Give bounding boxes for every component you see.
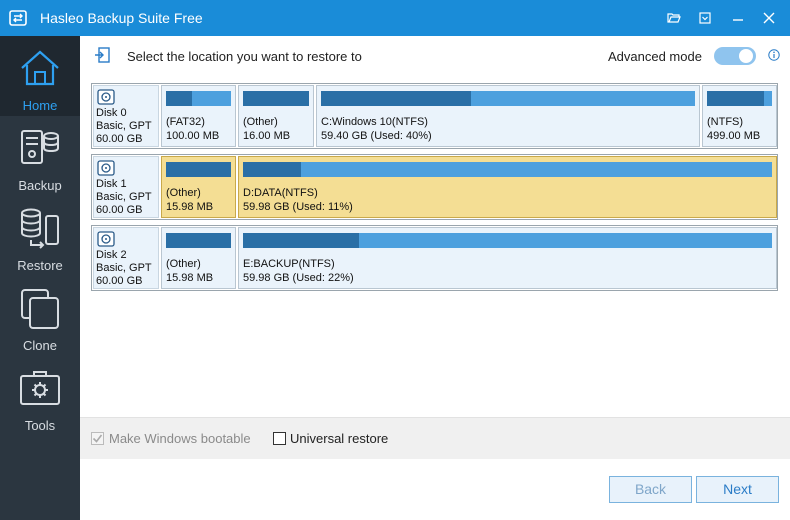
make-bootable-label: Make Windows bootable [109, 431, 251, 446]
usage-bar [166, 233, 231, 248]
partition[interactable]: (Other) 15.98 MB [161, 227, 236, 289]
sidebar-item-label: Restore [17, 258, 63, 273]
partition-label: (Other) [166, 187, 201, 199]
options-bar: Make Windows bootable Universal restore [80, 417, 790, 459]
main-panel: Select the location you want to restore … [80, 36, 790, 520]
backup-icon [18, 126, 62, 170]
partition[interactable]: (FAT32) 100.00 MB [161, 85, 236, 147]
back-button[interactable]: Back [609, 476, 692, 503]
partition[interactable]: E:BACKUP(NTFS) 59.98 GB (Used: 22%) [238, 227, 777, 289]
footer: Back Next [80, 459, 790, 520]
disk-info: Disk 2 Basic, GPT 60.00 GB [93, 227, 159, 289]
partition-label: E:BACKUP(NTFS) [243, 258, 335, 270]
partition-label: (FAT32) [166, 116, 205, 128]
disk-size: 60.00 GB [96, 275, 143, 287]
advanced-mode-toggle[interactable] [714, 47, 756, 65]
sidebar-item-clone[interactable]: Clone [0, 276, 80, 356]
usage-fill [707, 91, 765, 106]
usage-bar [243, 91, 309, 106]
partition-label: D:DATA(NTFS) [243, 187, 318, 199]
restore-target-icon [94, 47, 110, 63]
make-bootable-checkbox[interactable] [91, 432, 104, 445]
info-icon[interactable] [768, 49, 780, 61]
partition-size: 15.98 MB [166, 272, 214, 284]
partition[interactable]: (Other) 16.00 MB [238, 85, 314, 147]
partition[interactable]: D:DATA(NTFS) 59.98 GB (Used: 11%) [238, 156, 777, 218]
usage-fill [321, 91, 471, 106]
disk-row-0: Disk 0 Basic, GPT 60.00 GB (FAT32) 100.0… [91, 83, 778, 149]
usage-bar [707, 91, 772, 106]
advanced-mode-label: Advanced mode [608, 49, 702, 64]
usage-fill [243, 162, 302, 177]
restore-icon [18, 206, 62, 250]
partition-size: 100.00 MB [166, 130, 220, 142]
folder-open-icon[interactable] [664, 8, 684, 28]
sidebar: Home Backup Restore Clone Tools [0, 36, 80, 520]
tools-icon [18, 366, 62, 410]
universal-restore-checkbox[interactable] [273, 432, 286, 445]
usage-fill [243, 91, 309, 106]
disk-size: 60.00 GB [96, 204, 143, 216]
disk-name: Disk 0 [96, 107, 127, 119]
partition-label: (NTFS) [707, 116, 744, 128]
disk-row-1: Disk 1 Basic, GPT 60.00 GB (Other) 15.98… [91, 154, 778, 220]
disk-size: 60.00 GB [96, 133, 143, 145]
disk-type: Basic, GPT [96, 120, 152, 132]
usage-bar [166, 162, 231, 177]
disk-icon [97, 231, 115, 247]
disk-list: Disk 0 Basic, GPT 60.00 GB (FAT32) 100.0… [80, 76, 790, 416]
partition-size: 499.00 MB [707, 130, 761, 142]
clone-icon [18, 286, 62, 330]
sidebar-item-restore[interactable]: Restore [0, 196, 80, 276]
next-button[interactable]: Next [696, 476, 779, 503]
instruction-text: Select the location you want to restore … [127, 49, 362, 64]
universal-restore-label: Universal restore [290, 431, 389, 446]
toggle-knob [739, 49, 753, 63]
close-icon[interactable] [759, 8, 779, 28]
sidebar-item-backup[interactable]: Backup [0, 116, 80, 196]
sidebar-item-label: Tools [24, 418, 56, 433]
sidebar-item-label: Clone [23, 338, 57, 353]
partition-size: 59.98 GB (Used: 22%) [243, 272, 354, 284]
disk-row-2: Disk 2 Basic, GPT 60.00 GB (Other) 15.98… [91, 225, 778, 291]
disk-icon [97, 160, 115, 176]
home-icon [18, 46, 62, 90]
partition-size: 59.98 GB (Used: 11%) [243, 201, 353, 213]
sidebar-item-label: Backup [18, 178, 62, 193]
disk-type: Basic, GPT [96, 262, 152, 274]
disk-name: Disk 2 [96, 249, 127, 261]
sidebar-item-tools[interactable]: Tools [0, 356, 80, 436]
partition-size: 16.00 MB [243, 130, 291, 142]
partition[interactable]: (NTFS) 499.00 MB [702, 85, 777, 147]
disk-icon [97, 89, 115, 105]
usage-fill [166, 91, 192, 106]
sidebar-item-home[interactable]: Home [0, 36, 80, 116]
partition-label: C:Windows 10(NTFS) [321, 116, 428, 128]
usage-bar [243, 162, 772, 177]
minimize-icon[interactable] [728, 8, 748, 28]
partition[interactable]: (Other) 15.98 MB [161, 156, 236, 218]
disk-name: Disk 1 [96, 178, 127, 190]
usage-fill [166, 233, 231, 248]
partition[interactable]: C:Windows 10(NTFS) 59.40 GB (Used: 40%) [316, 85, 700, 147]
disk-info: Disk 1 Basic, GPT 60.00 GB [93, 156, 159, 218]
usage-bar [243, 233, 772, 248]
window-title: Hasleo Backup Suite Free [40, 10, 203, 26]
disk-info: Disk 0 Basic, GPT 60.00 GB [93, 85, 159, 147]
partition-size: 15.98 MB [166, 201, 214, 213]
partition-label: (Other) [166, 258, 201, 270]
app-logo-icon [9, 9, 27, 27]
usage-bar [166, 91, 231, 106]
usage-fill [166, 162, 231, 177]
menu-dropdown-icon[interactable] [695, 8, 715, 28]
sidebar-item-label: Home [22, 98, 58, 113]
usage-bar [321, 91, 695, 106]
disk-type: Basic, GPT [96, 191, 152, 203]
partition-label: (Other) [243, 116, 278, 128]
partition-size: 59.40 GB (Used: 40%) [321, 130, 432, 142]
title-bar: Hasleo Backup Suite Free [0, 0, 790, 36]
usage-fill [243, 233, 360, 248]
